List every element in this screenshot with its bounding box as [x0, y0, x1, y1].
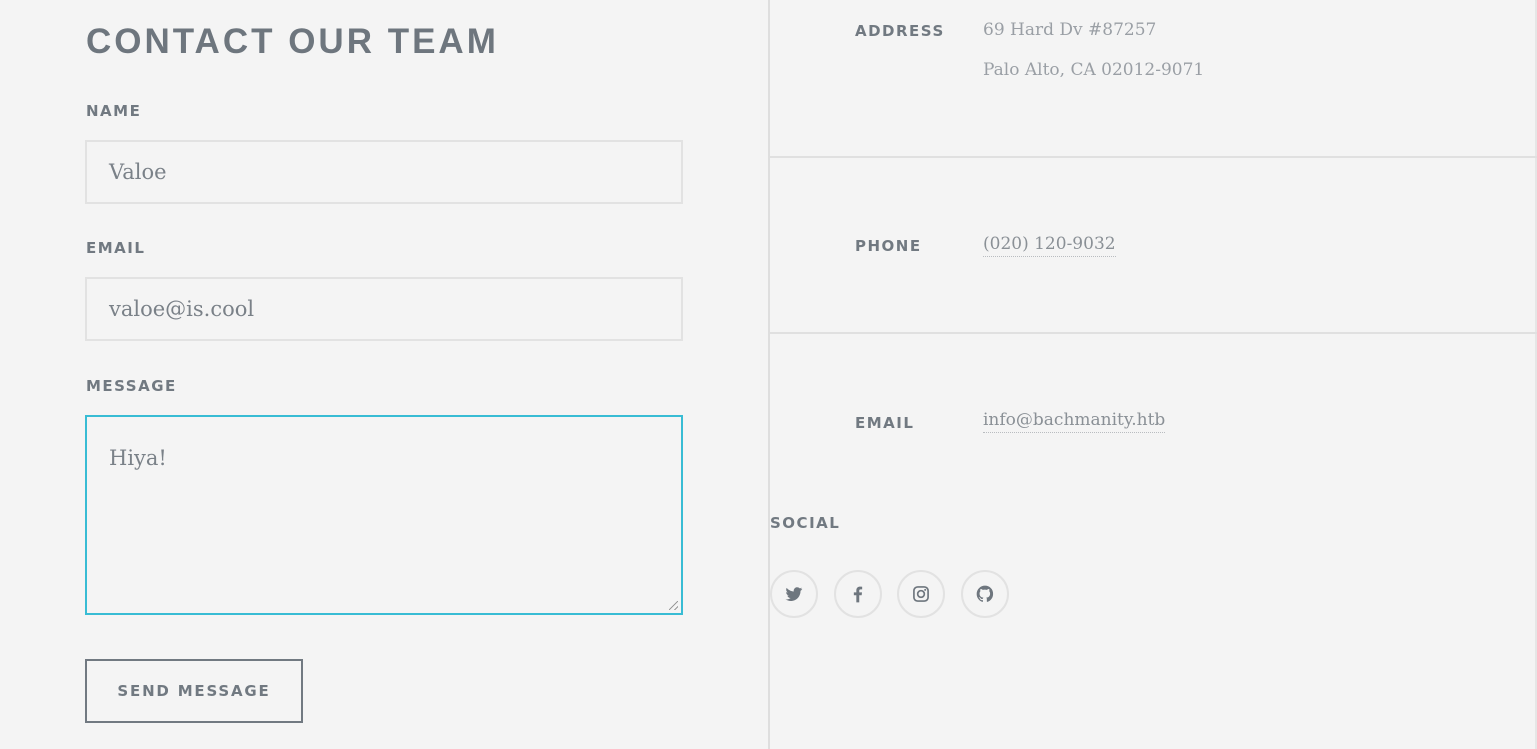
message-field[interactable]: Hiya!	[85, 415, 683, 615]
row-separator	[770, 332, 1537, 334]
address-line-2: Palo Alto, CA 02012-9071	[983, 60, 1205, 80]
address-label: ADDRESS	[855, 22, 945, 40]
twitter-button[interactable]	[770, 570, 818, 618]
instagram-icon	[913, 586, 929, 602]
resize-handle[interactable]	[669, 601, 678, 610]
email-label: EMAIL	[86, 239, 146, 257]
facebook-icon	[853, 586, 863, 603]
address-line-1: 69 Hard Dv #87257	[983, 20, 1157, 40]
email-field[interactable]: valoe@is.cool	[85, 277, 683, 341]
message-label: MESSAGE	[86, 377, 177, 395]
name-field[interactable]: Valoe	[85, 140, 683, 204]
facebook-button[interactable]	[834, 570, 882, 618]
instagram-button[interactable]	[897, 570, 945, 618]
email-info-label: EMAIL	[855, 414, 915, 432]
name-label: NAME	[86, 102, 142, 120]
row-separator	[770, 156, 1537, 158]
social-label: SOCIAL	[770, 514, 841, 532]
github-button[interactable]	[961, 570, 1009, 618]
email-link[interactable]: info@bachmanity.htb	[983, 410, 1166, 433]
page-title: CONTACT OUR TEAM	[86, 22, 499, 61]
phone-link[interactable]: (020) 120-9032	[983, 234, 1116, 257]
contact-form-section: CONTACT OUR TEAM NAME Valoe EMAIL valoe@…	[0, 0, 768, 749]
send-message-button[interactable]: SEND MESSAGE	[85, 659, 303, 723]
phone-label: PHONE	[855, 237, 922, 255]
message-text: Hiya!	[109, 446, 167, 470]
column-divider	[768, 0, 770, 749]
github-icon	[976, 585, 994, 602]
twitter-icon	[785, 587, 803, 601]
